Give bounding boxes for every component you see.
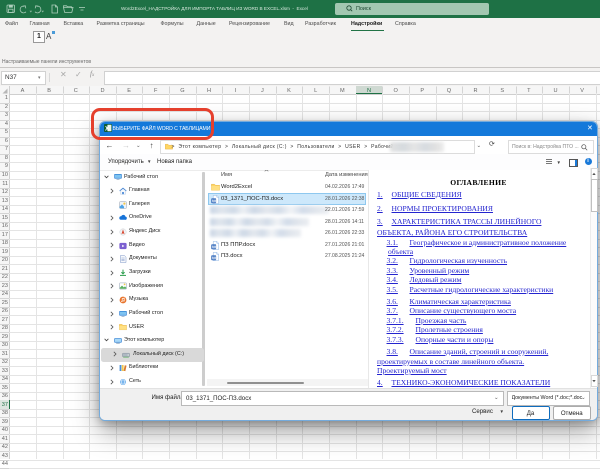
svg-text:W: W bbox=[211, 256, 216, 261]
svg-text:W: W bbox=[211, 244, 216, 249]
svg-text:W: W bbox=[211, 198, 216, 203]
